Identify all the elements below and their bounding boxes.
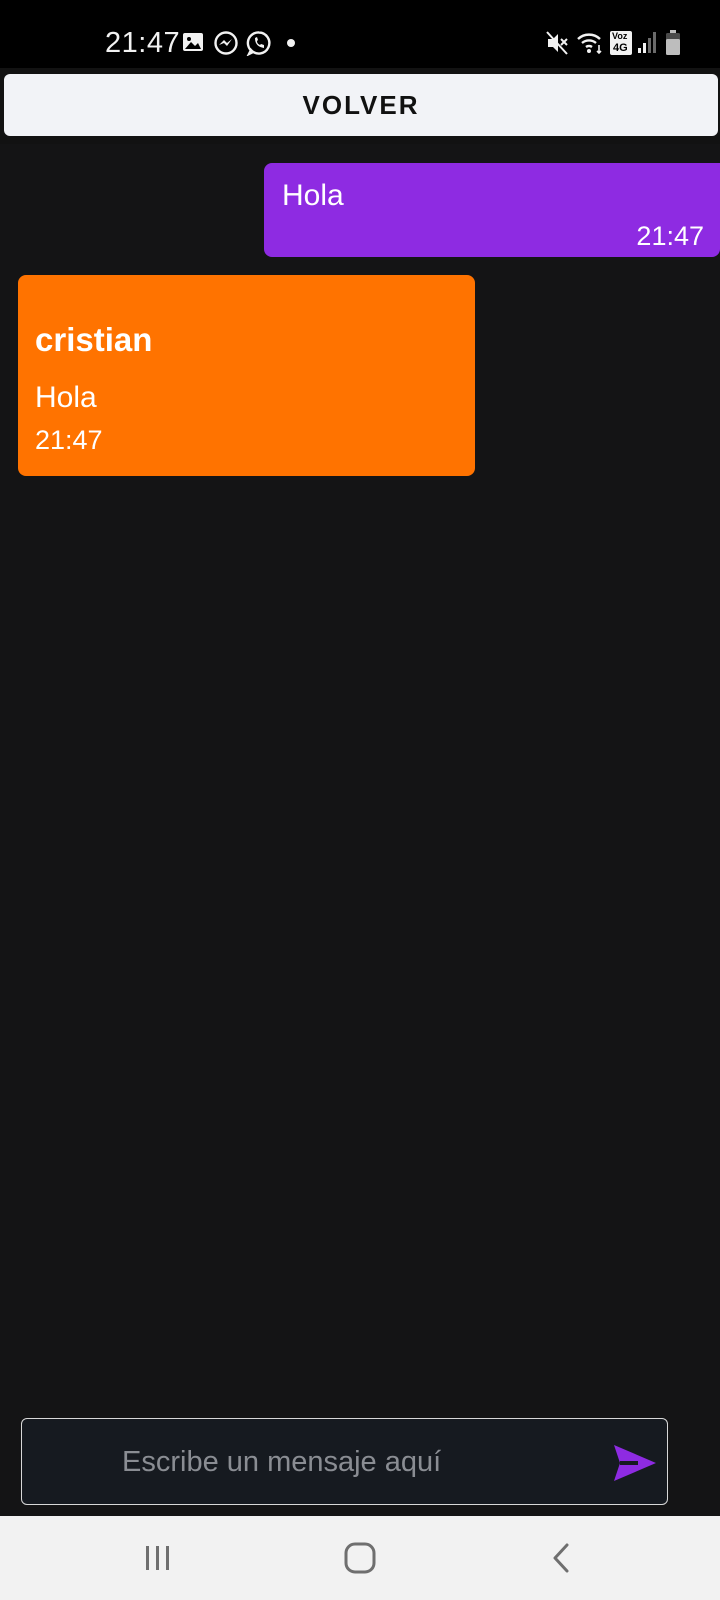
chat-screen: 21:47 Voz 4G VOLVER Hola 21:47 cristian …: [0, 0, 720, 1600]
status-bar: 21:47 Voz 4G: [0, 0, 720, 68]
messenger-icon: [213, 30, 239, 56]
message-received: cristian Hola 21:47: [18, 275, 475, 476]
message-time: 21:47: [636, 221, 704, 251]
send-icon: [614, 1445, 656, 1481]
back-icon: [553, 1543, 569, 1573]
message-text: Hola: [35, 381, 97, 414]
composer: [21, 1418, 668, 1505]
home-button[interactable]: [300, 1516, 420, 1600]
status-time: 21:47: [105, 27, 181, 59]
mute-icon: [545, 30, 569, 56]
volte-label: Voz: [612, 31, 628, 41]
wifi-icon: [576, 30, 604, 56]
signal-icon: [637, 30, 657, 54]
message-text: Hola: [282, 179, 344, 212]
whatsapp-icon: [246, 30, 272, 56]
message-time: 21:47: [35, 425, 103, 455]
message-sent: Hola 21:47: [264, 163, 720, 257]
battery-icon: [665, 30, 681, 56]
back-button[interactable]: VOLVER: [4, 74, 718, 136]
home-icon: [344, 1542, 376, 1574]
send-button[interactable]: [610, 1439, 658, 1487]
header: VOLVER: [0, 68, 720, 144]
dot-icon: [287, 39, 295, 47]
message-input[interactable]: [120, 1437, 564, 1487]
nav-back-button[interactable]: [502, 1516, 622, 1600]
nav-bar: [0, 1516, 720, 1600]
recent-apps-button[interactable]: [98, 1516, 218, 1600]
gallery-icon: [181, 30, 205, 54]
message-sender: cristian: [35, 321, 153, 358]
recent-apps-icon: [146, 1546, 169, 1570]
network-label: 4G: [613, 42, 628, 54]
volte-4g-icon: Voz 4G: [610, 31, 632, 55]
